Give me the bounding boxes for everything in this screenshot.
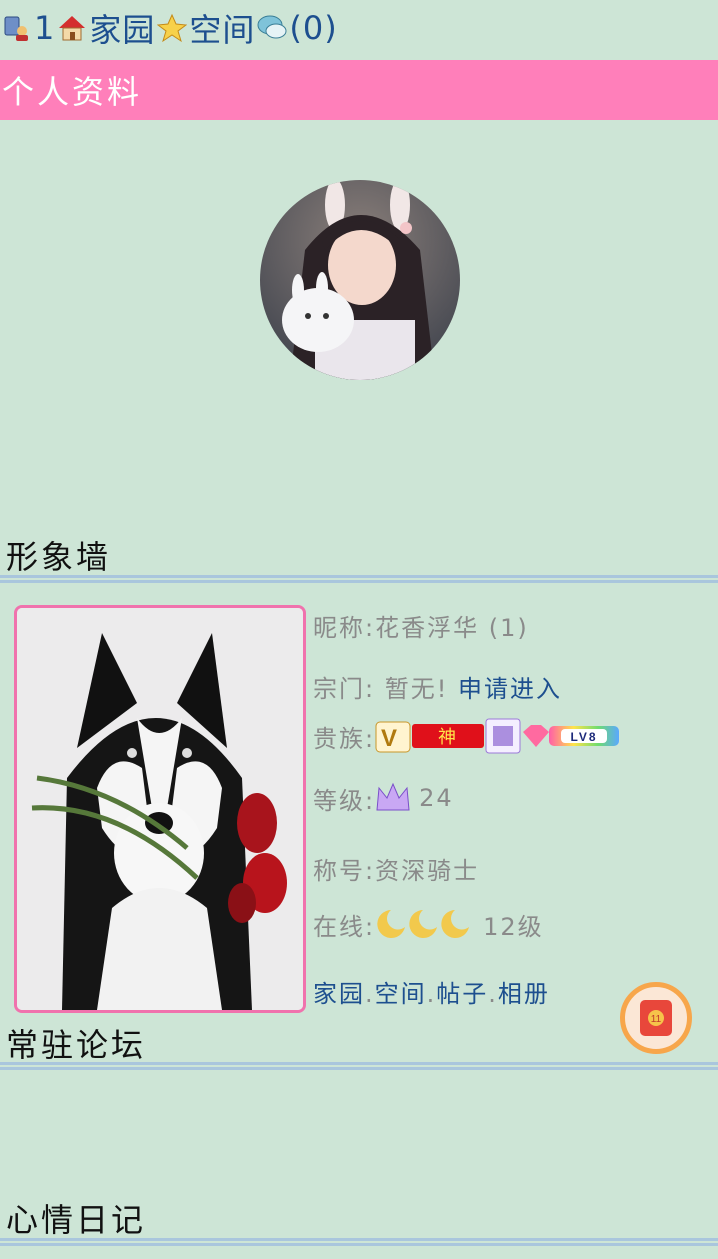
nickname-row: 昵称:花香浮华 (1) (313, 608, 529, 643)
god-badge: 神 (412, 724, 485, 748)
online-label: 在线: (313, 912, 376, 941)
vip-badge-icon: V (375, 721, 411, 753)
nickname-value: 花香浮华 (1) (375, 614, 529, 642)
level-value: 24 (419, 784, 454, 812)
link-posts[interactable]: 帖子 (436, 980, 488, 1008)
section-title-bar: 个人资料 (0, 60, 718, 120)
sect-label: 宗门: (313, 675, 376, 703)
avatar-image (260, 180, 460, 380)
link-home[interactable]: 家园 (313, 980, 365, 1008)
level-badge: LV8 (523, 725, 620, 747)
title-value: 资深骑士 (375, 857, 480, 885)
god-badge-text: 神 (438, 727, 458, 748)
crown-icon (376, 782, 410, 811)
profile-photo[interactable] (14, 605, 306, 1013)
apply-join-link[interactable]: 申请进入 (458, 675, 562, 703)
messages-link[interactable]: (0) (289, 9, 337, 47)
divider (0, 1238, 718, 1246)
link-separator: . (365, 980, 375, 1008)
sect-row: 宗门: 暂无! 申请进入 (313, 669, 562, 704)
profile-links: 家园.空间.帖子.相册 (313, 974, 550, 1009)
section-title: 个人资料 (2, 73, 143, 111)
chat-bubble-icon (257, 15, 287, 39)
diary-heading: 心情日记 (6, 1201, 147, 1239)
online-value: 12级 (483, 912, 544, 941)
red-envelope-icon: 11 (640, 1000, 672, 1036)
avatar[interactable] (260, 180, 460, 380)
star-icon (157, 13, 188, 43)
title-label: 称号: (313, 857, 376, 885)
link-separator: . (488, 980, 498, 1008)
red-envelope-count: 11 (651, 1014, 662, 1025)
nobility-row: 贵族: V 神 LV8 (313, 716, 621, 756)
title-row: 称号:资深骑士 (313, 851, 479, 886)
link-separator: . (426, 980, 437, 1008)
level-label: 等级: (313, 786, 376, 815)
divider (0, 1062, 718, 1070)
level-badge-text: LV8 (571, 730, 598, 744)
nickname-label: 昵称: (313, 614, 376, 642)
guild-badge-icon (485, 718, 521, 754)
husky-image (17, 608, 303, 1010)
forum-heading: 常驻论坛 (6, 1026, 147, 1064)
house-icon (59, 16, 86, 41)
top-nav: 1 家园 空间 (0) (0, 0, 718, 56)
level-row: 等级: 24 (313, 778, 454, 818)
space-link[interactable]: 空间 (189, 5, 255, 51)
image-wall-heading: 形象墙 (6, 538, 112, 576)
moon-icon (377, 910, 470, 938)
link-album[interactable]: 相册 (498, 980, 550, 1008)
online-count: 1 (34, 9, 56, 47)
red-envelope-button[interactable]: 11 (620, 982, 692, 1054)
online-row: 在线: 12级 (313, 902, 544, 946)
svg-text:V: V (381, 725, 399, 752)
divider (0, 575, 718, 583)
home-link[interactable]: 家园 (89, 5, 155, 51)
link-space[interactable]: 空间 (375, 980, 427, 1008)
nobility-label: 贵族: (313, 724, 376, 753)
sect-value: 暂无! (375, 675, 458, 703)
user-online-icon (4, 16, 28, 41)
